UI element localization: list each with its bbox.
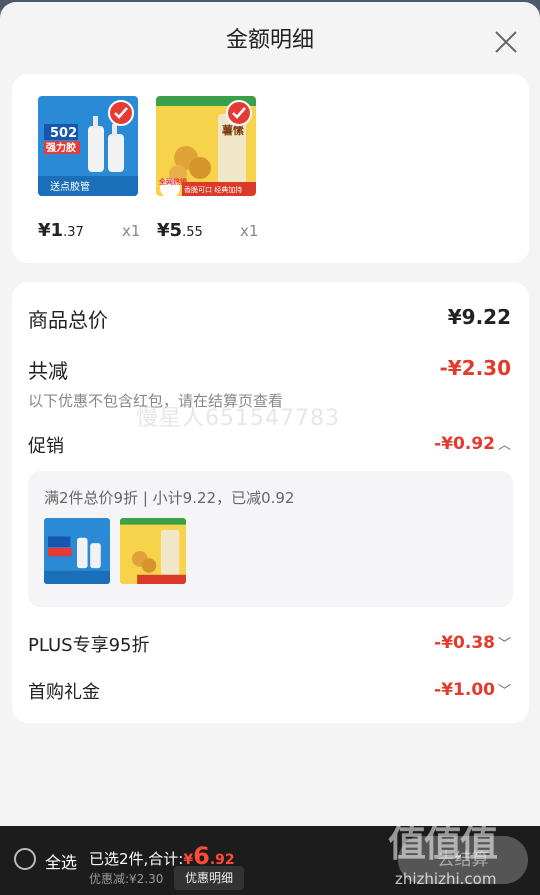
- selected-check-icon: [226, 100, 252, 126]
- selected-check-icon: [108, 100, 134, 126]
- select-all-radio[interactable]: [14, 848, 36, 870]
- plus-value: -¥0.38: [434, 633, 495, 653]
- sheet-title: 金额明细: [225, 28, 314, 53]
- product-price-chips: ¥5.55: [157, 220, 203, 241]
- glue-label-bottom: 送点胶管: [50, 180, 90, 193]
- product-image-glue[interactable]: 502 强力胶 送点胶管: [38, 96, 138, 196]
- price-dec: .37: [63, 225, 84, 240]
- product-image-chips[interactable]: 薯愫 全网热销 香脆可口 经典加持: [156, 96, 256, 196]
- summary-card: 商品总价 ¥9.22 共减 -¥2.30 以下优惠不包含红包，请在结算页查看 慢…: [12, 282, 529, 723]
- promo-detail-box: 满2件总价9折 | 小计9.22，已减0.92: [28, 471, 513, 607]
- discount-summary: 优惠减:¥2.30: [89, 872, 164, 886]
- price-dec: .55: [182, 225, 203, 240]
- chevron-down-icon: ﹀: [497, 637, 511, 652]
- chevron-down-icon: ﹀: [497, 684, 511, 699]
- glue-label-top: 502: [50, 126, 77, 141]
- product-qty-glue: x1: [122, 222, 141, 240]
- gift-value: -¥1.00: [434, 680, 495, 700]
- discount-note: 以下优惠不包含红包，请在结算页查看: [28, 392, 284, 410]
- selected-count-text: 已选2件,合计:: [89, 850, 184, 868]
- promo-detail-text: 满2件总价9折 | 小计9.22，已减0.92: [44, 489, 295, 507]
- glue-label-mid: 强力胶: [46, 141, 76, 154]
- products-card: 502 强力胶 送点胶管 薯愫 全网热销 香脆可口 经典加持 ¥1.37 x1 …: [12, 74, 529, 263]
- checkout-button[interactable]: 去结算: [398, 836, 528, 884]
- total-reduce-value: -¥2.30: [439, 356, 511, 380]
- plus-row-toggle[interactable]: -¥0.38 ﹀: [434, 633, 511, 653]
- promo-value: -¥0.92: [434, 434, 495, 454]
- chips-thumb-image: [120, 518, 186, 584]
- promo-label: 促销: [28, 436, 64, 457]
- promo-thumb-glue[interactable]: [44, 518, 110, 584]
- chips-label-mid: 全网热销: [158, 177, 187, 186]
- promo-row-toggle[interactable]: -¥0.92 ︿: [434, 434, 511, 454]
- chips-label-bottom: 香脆可口 经典加持: [184, 185, 242, 194]
- total-reduce-label: 共减: [28, 359, 68, 383]
- product-qty-chips: x1: [240, 222, 259, 240]
- amount-detail-sheet: 金额明细 502 强力胶 送点胶管 薯愫 全网热销 香脆可口 经典加持 ¥1.3…: [0, 2, 540, 827]
- total-price-label: 商品总价: [28, 308, 108, 332]
- chevron-up-icon: ︿: [497, 438, 511, 453]
- promo-thumb-chips[interactable]: [120, 518, 186, 584]
- close-button[interactable]: [490, 26, 522, 58]
- select-all-label[interactable]: 全选: [45, 849, 77, 873]
- glue-thumb-image: [44, 518, 110, 584]
- checkout-bar: 全选 已选2件,合计:¥6.92 优惠减:¥2.30 优惠明细 去结算: [0, 826, 540, 895]
- first-gift-label: 首购礼金: [28, 682, 100, 703]
- price-int: ¥1: [38, 220, 64, 241]
- plus-label: PLUS专享95折: [28, 635, 150, 656]
- gift-row-toggle[interactable]: -¥1.00 ﹀: [434, 680, 511, 700]
- product-price-glue: ¥1.37: [38, 220, 84, 241]
- price-int: ¥5: [157, 220, 183, 241]
- discount-detail-button[interactable]: 优惠明细: [174, 866, 244, 890]
- close-icon: [495, 31, 517, 53]
- total-price-value: ¥9.22: [447, 305, 511, 329]
